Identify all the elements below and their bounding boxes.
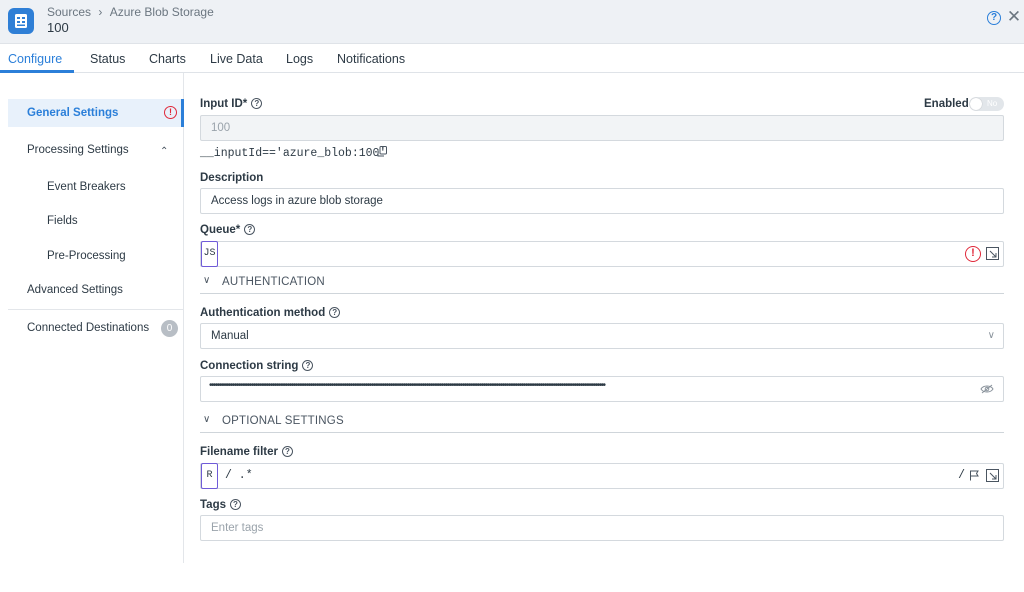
expand-editor-icon[interactable] [986,247,999,260]
chevron-down-icon: ∨ [203,275,211,286]
chevron-up-icon[interactable]: ⌃ [160,146,168,157]
eye-off-icon[interactable] [980,384,994,394]
help-icon[interactable]: ? [230,499,241,510]
close-icon[interactable]: ✕ [1006,8,1022,26]
tab-notifications[interactable]: Notifications [337,52,405,66]
regex-end-delimiter: / [958,469,965,482]
tab-logs[interactable]: Logs [286,52,313,66]
sidebar-item-connected-destinations[interactable]: Connected Destinations [27,322,149,334]
help-icon[interactable]: ? [244,224,256,235]
tab-live-data[interactable]: Live Data [210,52,263,66]
authentication-section-header[interactable]: ∨ AUTHENTICATION [200,275,1004,294]
sidebar-item-processing-settings[interactable]: Processing Settings [27,144,129,156]
breadcrumb-sources[interactable]: Sources [47,5,91,19]
tab-charts[interactable]: Charts [149,52,186,66]
enabled-label: Enabled [924,98,969,110]
enabled-toggle[interactable]: No [969,97,1004,111]
tab-configure[interactable]: Configure [8,52,62,66]
masked-password: ••••••••••••••••••••••••••••••••••••••••… [209,380,606,391]
help-icon[interactable]: ? [302,360,314,371]
expand-editor-icon[interactable] [986,469,999,482]
help-icon[interactable]: ? [251,98,263,109]
description-input[interactable]: Access logs in azure blob storage [200,188,1004,214]
tags-input[interactable]: Enter tags [200,515,1004,541]
sidebar-item-advanced-settings[interactable]: Advanced Settings [27,284,123,296]
sidebar-item-label: General Settings [27,107,119,119]
auth-method-select[interactable]: Manual ∨ [200,323,1004,349]
tags-label-text: Tags [200,499,226,511]
section-title: OPTIONAL SETTINGS [222,415,344,427]
regex-language-badge: R [201,463,218,489]
input-id-label: Input ID*? [200,98,263,110]
queue-expression-input[interactable]: JS ! [200,241,1004,267]
input-id-expression: __inputId=='azure_blob:100' [200,147,387,160]
help-icon[interactable]: ? [987,11,1001,25]
queue-label: Queue*? [200,224,256,236]
auth-method-label: Authentication method? [200,307,341,319]
chevron-down-icon: ∨ [987,330,995,341]
warning-icon: ! [164,106,177,119]
breadcrumb-current: Azure Blob Storage [109,4,214,19]
input-id-label-text: Input ID* [200,98,248,110]
queue-label-text: Queue* [200,224,241,236]
toggle-state-text: No [987,99,998,108]
optional-settings-section-header[interactable]: ∨ OPTIONAL SETTINGS [200,414,1004,433]
tab-status[interactable]: Status [90,52,125,66]
input-id-value: 100 [211,122,231,134]
connection-string-label-text: Connection string [200,360,299,372]
js-language-badge: JS [201,241,218,267]
auth-method-value: Manual [211,330,249,342]
input-id-field[interactable]: 100 [200,115,1004,141]
tab-bar: Configure Status Charts Live Data Logs N… [0,44,1024,73]
description-value: Access logs in azure blob storage [211,195,383,207]
connected-count-badge: 0 [161,320,178,337]
error-icon: ! [965,246,981,262]
chevron-down-icon: ∨ [203,414,211,425]
connection-string-input[interactable]: ••••••••••••••••••••••••••••••••••••••••… [200,376,1004,402]
sidebar-item-general-settings[interactable]: General Settings ! [8,99,184,127]
page-title: 100 [47,20,69,35]
description-label: Description [200,172,264,184]
sidebar-item-pre-processing[interactable]: Pre-Processing [47,250,126,262]
connection-string-label: Connection string? [200,360,314,372]
help-icon[interactable]: ? [329,307,341,318]
filename-filter-label: Filename filter? [200,446,293,458]
copy-icon[interactable] [377,146,387,157]
breadcrumb: Sources › Azure Blob Storage [47,4,214,19]
filename-filter-input[interactable]: R / .* / [200,463,1004,489]
auth-method-label-text: Authentication method [200,307,326,319]
filename-filter-label-text: Filename filter [200,446,278,458]
azure-blob-icon [8,8,34,34]
flag-icon[interactable] [969,470,980,481]
section-title: AUTHENTICATION [222,276,325,288]
top-header: Sources › Azure Blob Storage 100 ? ✕ [0,0,1024,44]
sidebar-item-fields[interactable]: Fields [47,215,78,227]
sidebar-divider [8,309,184,310]
breadcrumb-separator: › [98,4,103,19]
regex-value: / .* [225,469,253,482]
settings-sidebar: General Settings ! Processing Settings ⌃… [0,73,184,563]
toggle-knob [970,98,982,110]
tags-placeholder: Enter tags [211,522,264,534]
sidebar-item-event-breakers[interactable]: Event Breakers [47,181,126,193]
tags-label: Tags? [200,499,241,511]
help-icon[interactable]: ? [281,446,293,457]
